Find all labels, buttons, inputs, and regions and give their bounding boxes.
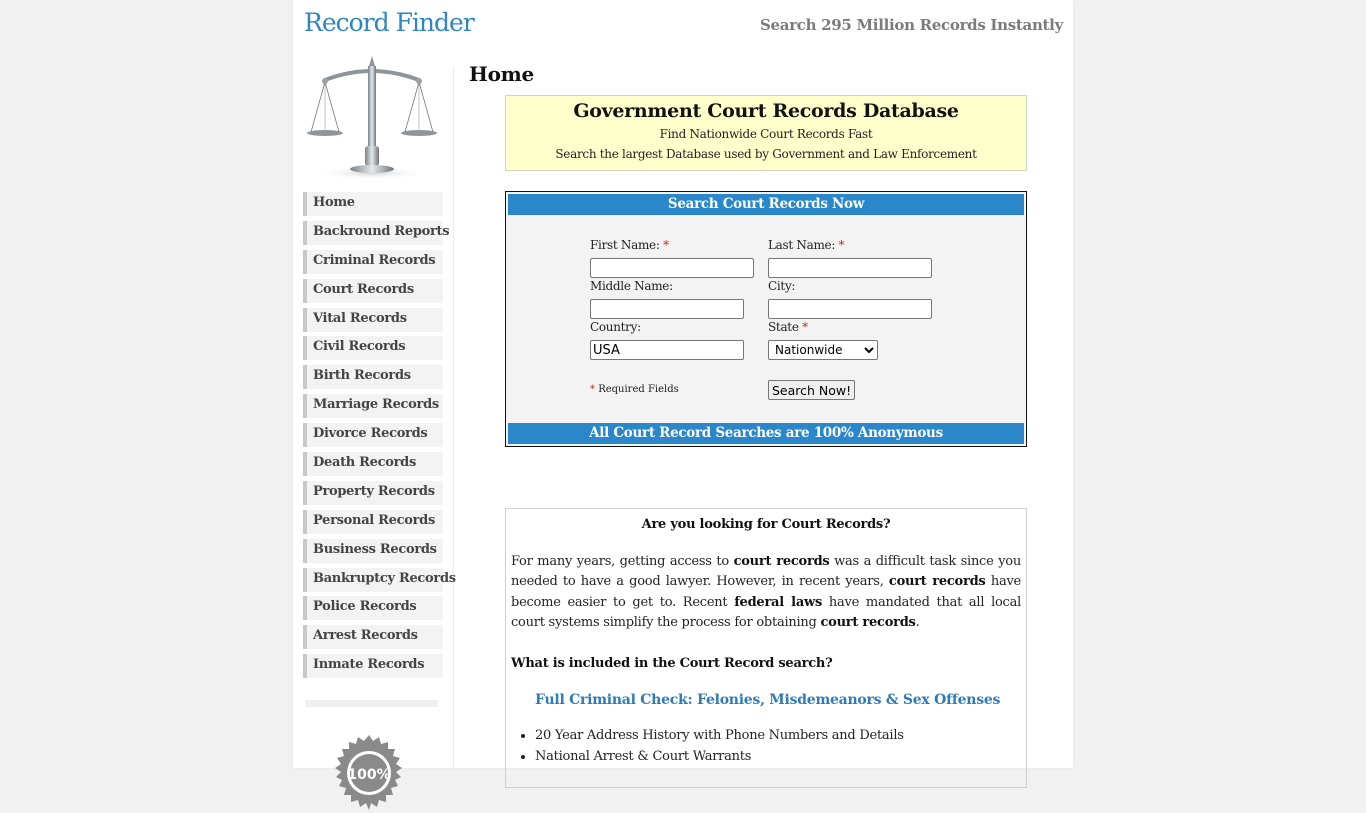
search-form-header: Search Court Records Now xyxy=(508,194,1024,215)
paragraph-text: . xyxy=(915,615,920,630)
middle-name-label: Middle Name: xyxy=(590,279,673,293)
paragraph-text: For many years, getting access to xyxy=(511,553,734,569)
bold-keyword: court records xyxy=(820,615,916,630)
search-form-panel: Search Court Records Now First Name: * L… xyxy=(505,191,1027,447)
required-marker: * xyxy=(663,238,669,252)
sidebar-item-death-records[interactable]: Death Records xyxy=(303,452,443,477)
bold-keyword: court records xyxy=(733,553,830,569)
feature-title: Full Criminal Check: Felonies, Misdemean… xyxy=(535,692,1001,708)
sidebar-item-background-reports[interactable]: Backround Reports xyxy=(303,220,450,245)
info-heading: Are you looking for Court Records? xyxy=(641,517,891,532)
sidebar-item-inmate-records[interactable]: Inmate Records xyxy=(303,654,443,679)
middle-name-field-group: Middle Name: xyxy=(590,279,744,319)
hero-banner: Government Court Records Database Find N… xyxy=(505,95,1027,171)
feature-list-item: National Arrest & Court Warrants xyxy=(535,746,1021,767)
first-name-label: First Name: * xyxy=(590,238,669,252)
info-section: Are you looking for Court Records? For m… xyxy=(505,508,1027,788)
feature-list: 20 Year Address History with Phone Numbe… xyxy=(511,725,1021,767)
state-label: State * xyxy=(768,320,808,334)
page-container: Record Finder Search 295 Million Records… xyxy=(293,0,1073,810)
first-name-field-group: First Name: * xyxy=(590,238,754,278)
sidebar-item-property-records[interactable]: Property Records xyxy=(303,480,443,505)
required-marker: * xyxy=(838,238,845,252)
bold-keyword: federal laws xyxy=(734,594,823,610)
required-marker: * xyxy=(802,320,808,334)
scales-of-justice-icon xyxy=(307,56,437,180)
search-now-button[interactable]: Search Now! xyxy=(768,380,856,400)
country-field-group: Country: xyxy=(590,320,744,360)
sidebar-item-home[interactable]: Home xyxy=(303,192,443,216)
svg-text:100%: 100% xyxy=(347,767,390,783)
last-name-input[interactable] xyxy=(768,258,932,278)
sidebar-item-personal-records[interactable]: Personal Records xyxy=(303,509,443,534)
page-title: Home xyxy=(469,62,534,86)
banner-subtitle: Find Nationwide Court Records Fast xyxy=(659,127,873,141)
sidebar-item-vital-records[interactable]: Vital Records xyxy=(303,307,443,332)
sidebar-item-police-records[interactable]: Police Records xyxy=(303,596,443,621)
anonymous-search-notice: All Court Record Searches are 100% Anony… xyxy=(508,423,1024,444)
sidebar-item-birth-records[interactable]: Birth Records xyxy=(303,365,443,390)
state-field-group: State * Nationwide xyxy=(768,320,878,360)
city-field-group: City: xyxy=(768,279,932,319)
sidebar-item-civil-records[interactable]: Civil Records xyxy=(303,336,443,361)
site-title-link[interactable]: Record Finder xyxy=(304,8,475,37)
bold-keyword: court records xyxy=(888,574,986,589)
sidebar-item-business-records[interactable]: Business Records xyxy=(303,538,443,563)
sidebar-item-criminal-records[interactable]: Criminal Records xyxy=(303,249,443,274)
last-name-label: Last Name: * xyxy=(768,238,845,252)
sidebar-widget-placeholder xyxy=(305,700,438,707)
city-label: City: xyxy=(768,279,796,293)
info-paragraph: For many years, getting access to court … xyxy=(511,552,1021,634)
city-input[interactable] xyxy=(768,299,932,319)
satisfaction-seal-icon: 100% xyxy=(335,735,402,810)
last-name-field-group: Last Name: * xyxy=(768,238,932,278)
required-fields-note: * Required Fields xyxy=(590,384,679,395)
header-tagline: Search 295 Million Records Instantly xyxy=(760,16,1063,34)
sidebar-nav: Home Backround Reports Criminal Records … xyxy=(303,192,456,683)
sidebar-item-marriage-records[interactable]: Marriage Records xyxy=(303,394,443,419)
banner-title: Government Court Records Database xyxy=(573,100,959,122)
country-label: Country: xyxy=(590,320,641,334)
sidebar-item-arrest-records[interactable]: Arrest Records xyxy=(303,625,443,650)
sidebar-item-bankruptcy-records[interactable]: Bankruptcy Records xyxy=(303,567,456,592)
sidebar-item-court-records[interactable]: Court Records xyxy=(303,278,443,303)
feature-list-item: 20 Year Address History with Phone Numbe… xyxy=(535,725,1021,746)
sidebar-divider xyxy=(453,66,454,768)
first-name-input[interactable] xyxy=(590,258,754,278)
banner-description: Search the largest Database used by Gove… xyxy=(555,147,977,161)
state-select[interactable]: Nationwide xyxy=(768,340,878,360)
country-input[interactable] xyxy=(590,340,744,360)
middle-name-input[interactable] xyxy=(590,299,744,319)
sidebar-item-divorce-records[interactable]: Divorce Records xyxy=(303,423,443,448)
info-subheading: What is included in the Court Record sea… xyxy=(511,655,833,671)
